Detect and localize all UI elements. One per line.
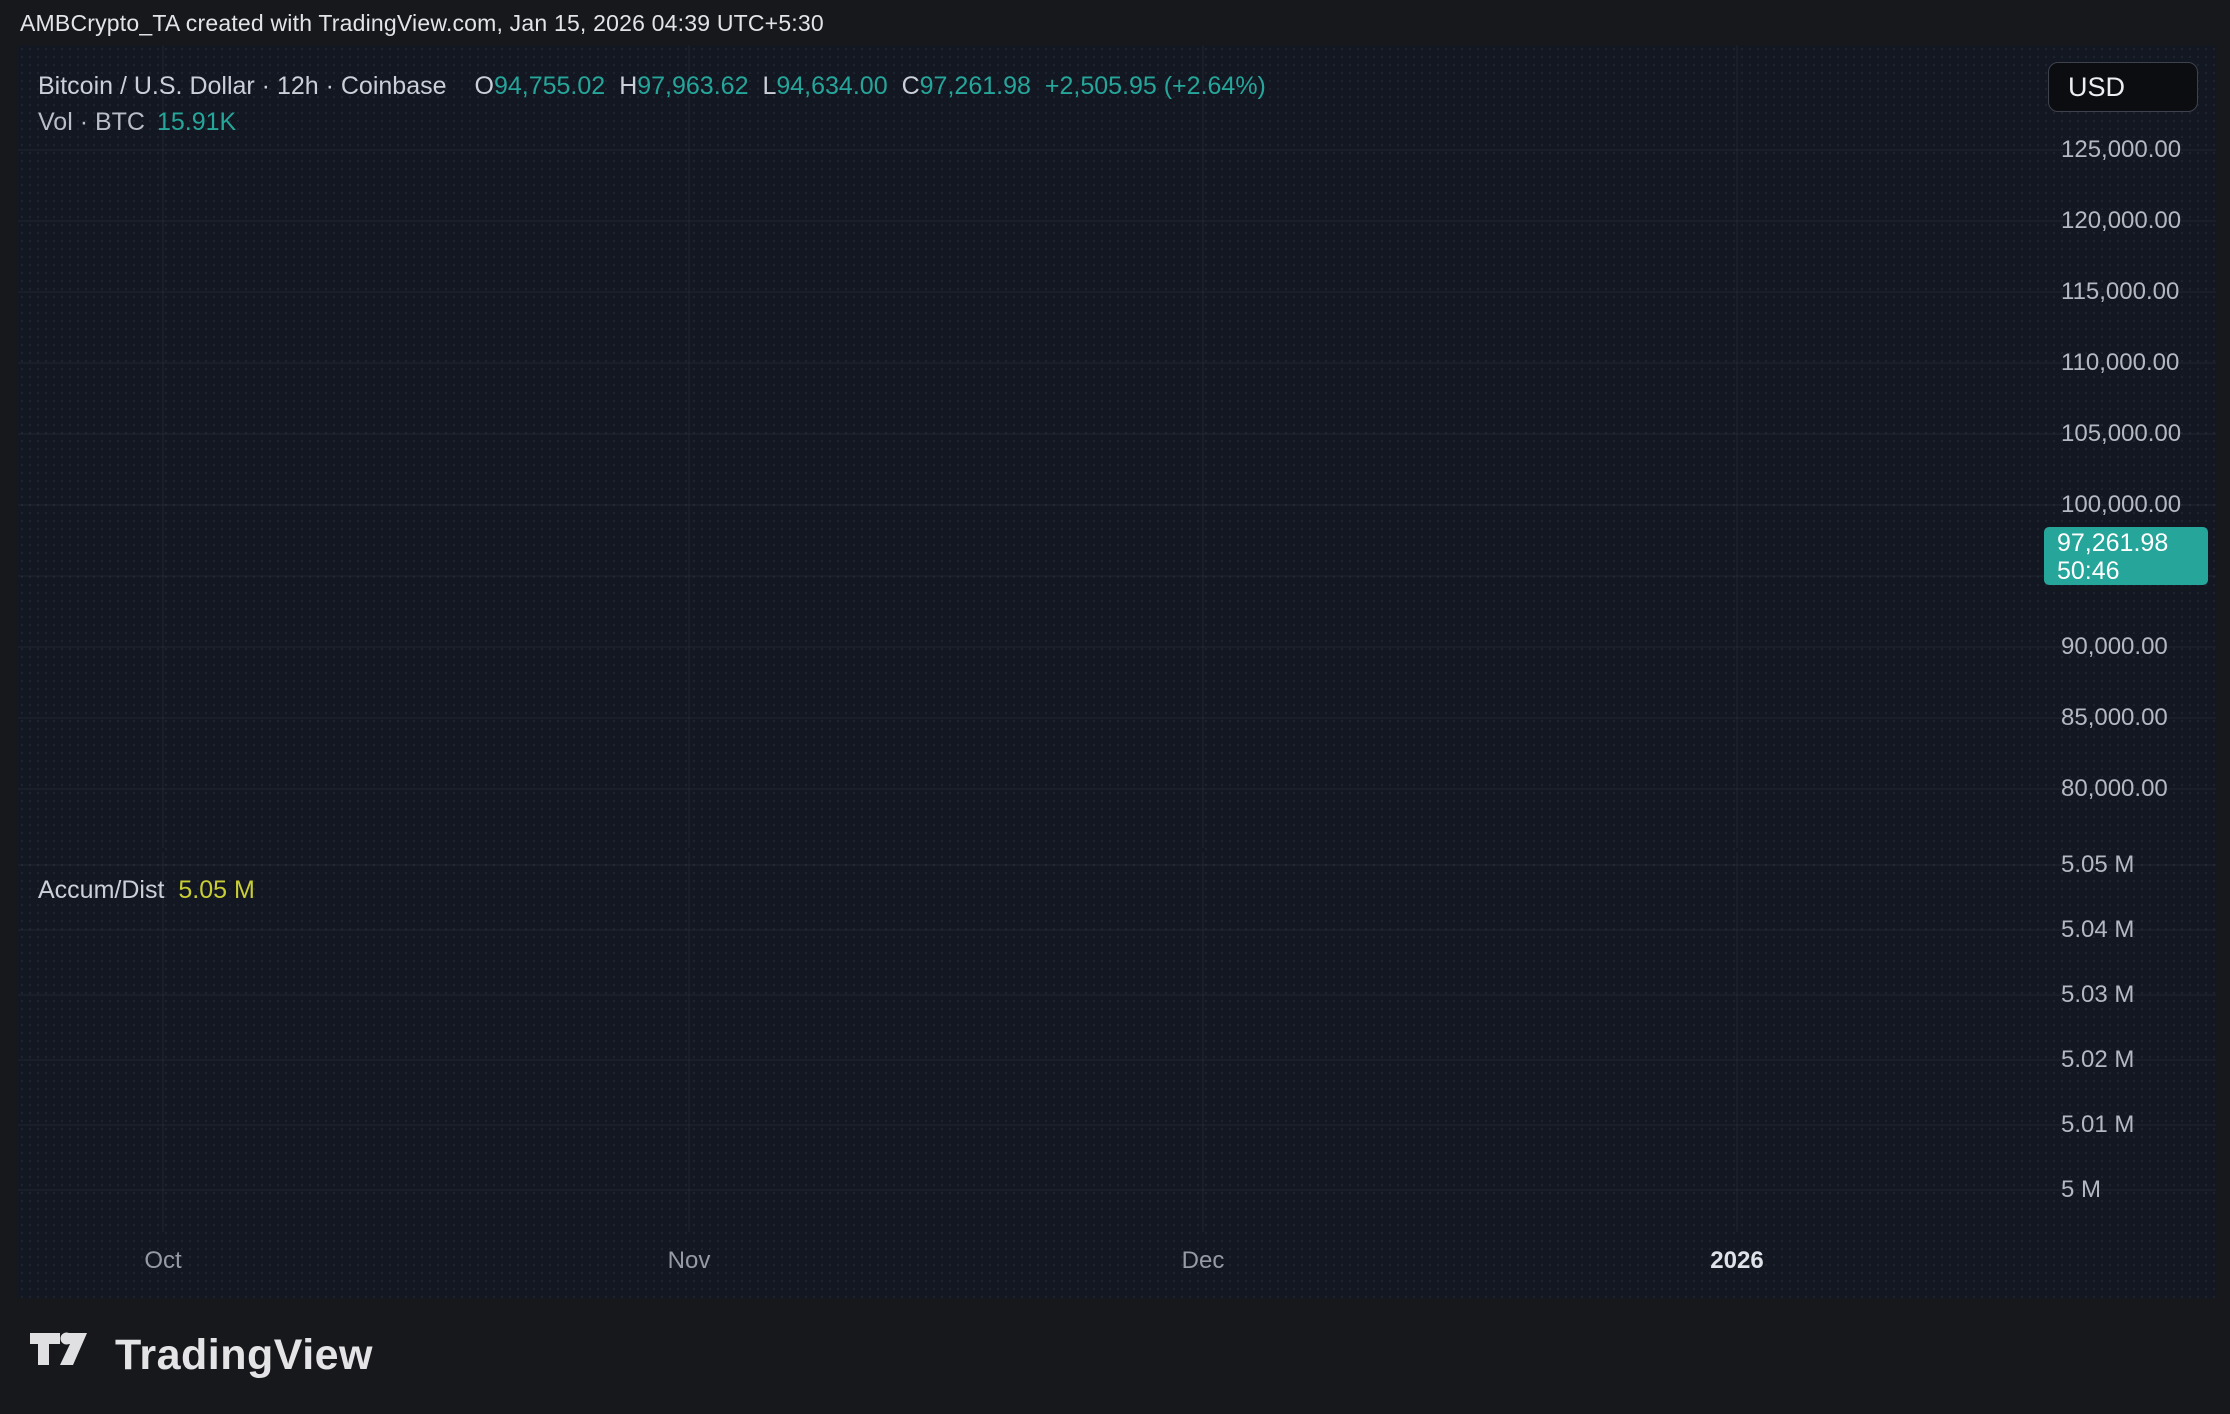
bar-countdown: 50:46 [2057,557,2208,585]
indicator-axis-label[interactable]: 5 M [2061,1176,2101,1204]
price-axis-label[interactable]: 120,000.00 [2061,207,2181,235]
indicator-axis-label[interactable]: 5.05 M [2061,851,2134,879]
ohlc-close-value: 97,261.98 [920,72,1031,100]
last-price-value: 97,261.98 [2057,529,2208,557]
price-axis-label[interactable]: 100,000.00 [2061,491,2181,519]
price-axis-label[interactable]: 105,000.00 [2061,420,2181,448]
price-axis-label[interactable]: 110,000.00 [2061,349,2179,377]
last-price-tag[interactable]: 97,261.98 50:46 [2044,527,2208,585]
tradingview-logo-icon [30,1330,98,1380]
symbol-legend[interactable]: Bitcoin / U.S. Dollar · 12h · CoinbaseO9… [38,72,1266,101]
ohlc-high-value: 97,963.62 [637,72,748,100]
change-value: +2,505.95 (+2.64%) [1045,72,1266,100]
price-axis-label[interactable]: 85,000.00 [2061,704,2168,732]
tradingview-chart-window: AMBCrypto_TA created with TradingView.co… [0,0,2230,1414]
volume-value: 15.91K [157,108,236,136]
indicator-legend[interactable]: Accum/Dist 5.05 M [38,876,255,905]
price-axis-label[interactable]: 125,000.00 [2061,136,2181,164]
symbol-title[interactable]: Bitcoin / U.S. Dollar · 12h · Coinbase [38,72,447,100]
currency-toggle-button[interactable]: USD [2048,62,2198,112]
indicator-axis-label[interactable]: 5.01 M [2061,1111,2134,1139]
time-axis-label[interactable]: Nov [668,1247,711,1275]
price-axis-label[interactable]: 90,000.00 [2061,633,2168,661]
indicator-axis-label[interactable]: 5.03 M [2061,981,2134,1009]
tradingview-logo[interactable]: TradingView [30,1330,373,1380]
ohlc-open-value: 94,755.02 [494,72,605,100]
indicator-axis-label[interactable]: 5.04 M [2061,916,2134,944]
indicator-label[interactable]: Accum/Dist [38,876,164,904]
ohlc-low-value: 94,634.00 [776,72,887,100]
price-axis-label[interactable]: 115,000.00 [2061,278,2179,306]
time-axis-label[interactable]: Dec [1182,1247,1225,1275]
grid-layer [18,45,2216,1232]
tradingview-logo-text: TradingView [115,1331,373,1380]
ohlc-low-label: L [762,72,776,100]
ohlc-close-label: C [902,72,920,100]
time-axis-label[interactable]: Oct [144,1247,181,1275]
ohlc-open-label: O [475,72,494,100]
price-axis-label[interactable]: 80,000.00 [2061,775,2168,803]
ohlc-high-label: H [619,72,637,100]
volume-label: Vol · BTC [38,108,145,136]
indicator-value: 5.05 M [178,876,254,904]
indicator-axis-label[interactable]: 5.02 M [2061,1046,2134,1074]
chart-canvas[interactable] [0,0,2230,1414]
volume-legend[interactable]: Vol · BTC 15.91K [38,108,236,137]
time-axis-label[interactable]: 2026 [1710,1247,1763,1275]
